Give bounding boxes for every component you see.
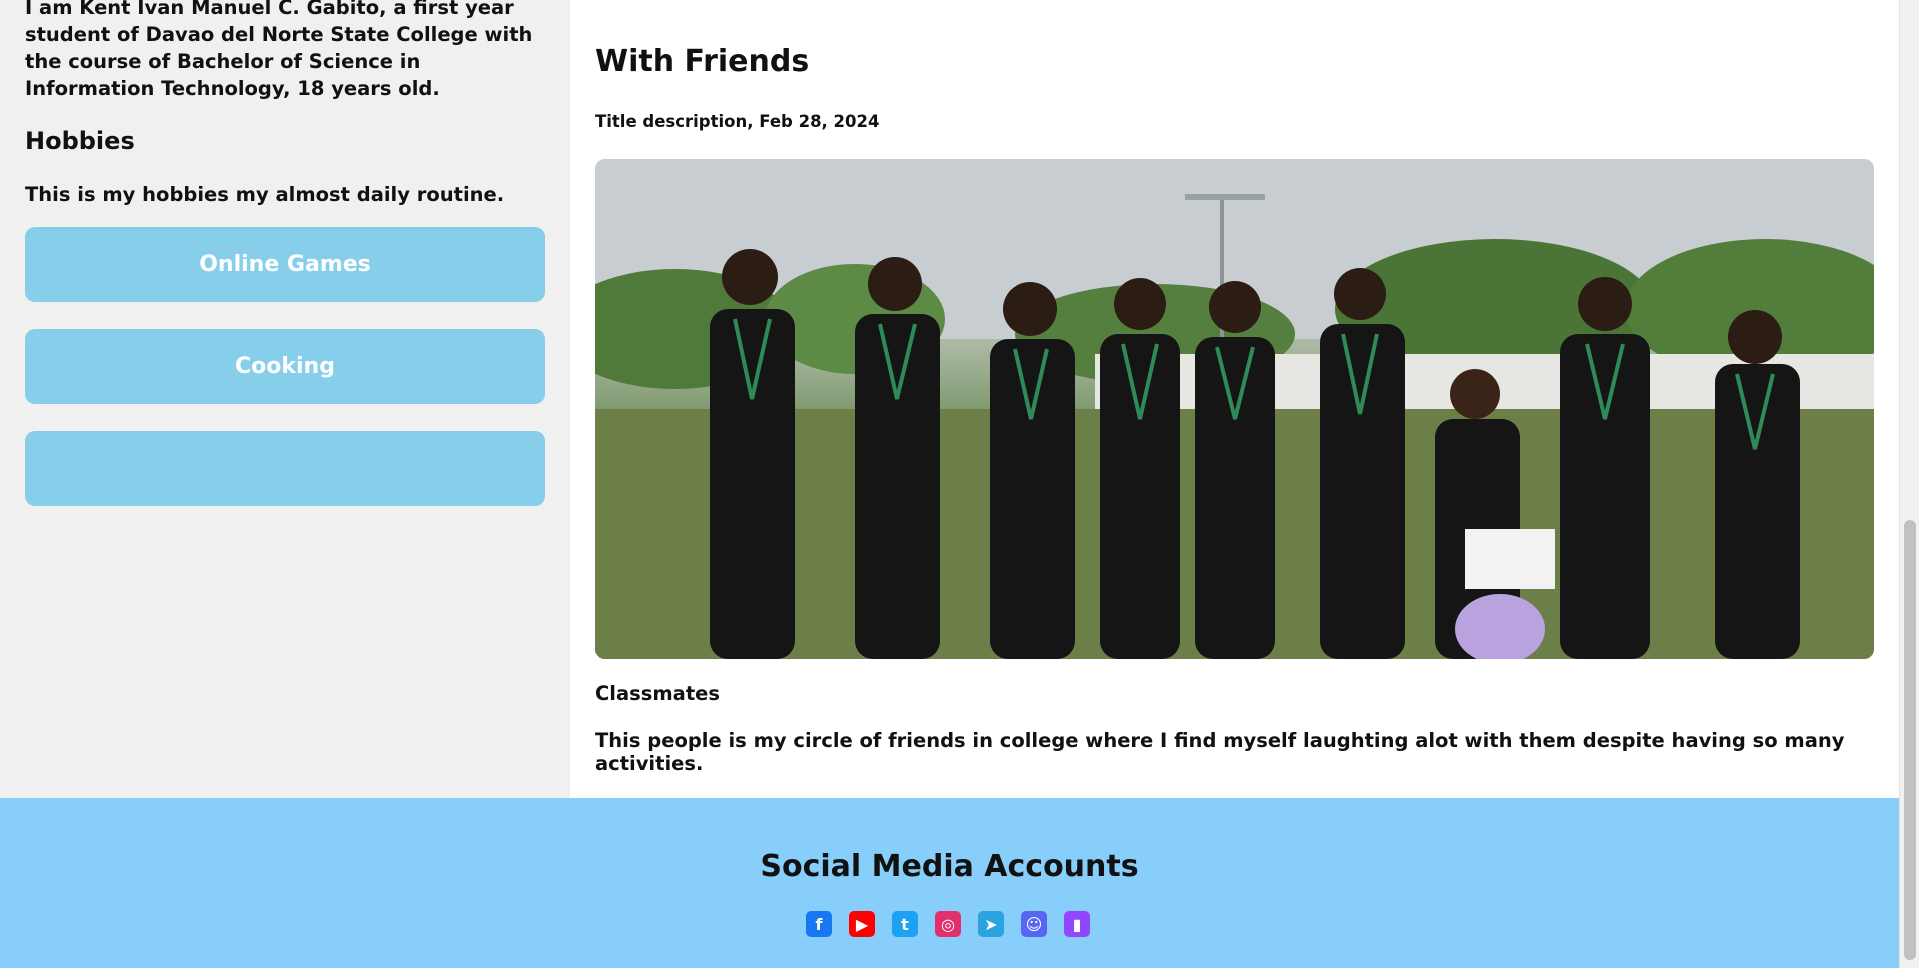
telegram-icon[interactable]: ➤ [978, 911, 1004, 937]
footer: Social Media Accounts f ▶ t ◎ ➤ ☺ ▮ [0, 798, 1899, 968]
page: I am Kent Ivan Manuel C. Gabito, a first… [0, 0, 1899, 968]
hobby-button-online-games[interactable]: Online Games [25, 227, 545, 302]
twitch-icon[interactable]: ▮ [1064, 911, 1090, 937]
hobbies-heading: Hobbies [25, 127, 135, 155]
social-media-heading: Social Media Accounts [760, 849, 1139, 884]
about-text: I am Kent Ivan Manuel C. Gabito, a first… [25, 0, 533, 100]
discord-icon[interactable]: ☺ [1021, 911, 1047, 937]
sidebar: I am Kent Ivan Manuel C. Gabito, a first… [0, 0, 570, 798]
caption-text: This people is my circle of friends in c… [595, 729, 1845, 775]
vertical-scrollbar[interactable] [1899, 0, 1919, 968]
scrollbar-thumb[interactable] [1904, 520, 1916, 960]
twitter-icon[interactable]: t [892, 911, 918, 937]
hobby-button-cooking[interactable]: Cooking [25, 329, 545, 404]
instagram-icon[interactable]: ◎ [935, 911, 961, 937]
post-title: With Friends [595, 44, 810, 79]
caption-title: Classmates [595, 682, 720, 705]
friends-photo-illustration [595, 159, 1874, 659]
post-meta: Title description, Feb 28, 2024 [595, 112, 880, 131]
facebook-icon[interactable]: f [806, 911, 832, 937]
friends-photo [595, 159, 1874, 659]
youtube-icon[interactable]: ▶ [849, 911, 875, 937]
hobby-button-empty[interactable] [25, 431, 545, 506]
main-content: With Friends Title description, Feb 28, … [570, 0, 1899, 798]
social-icons-row: f ▶ t ◎ ➤ ☺ ▮ [806, 911, 1090, 937]
hobbies-description: This is my hobbies my almost daily routi… [25, 183, 505, 206]
